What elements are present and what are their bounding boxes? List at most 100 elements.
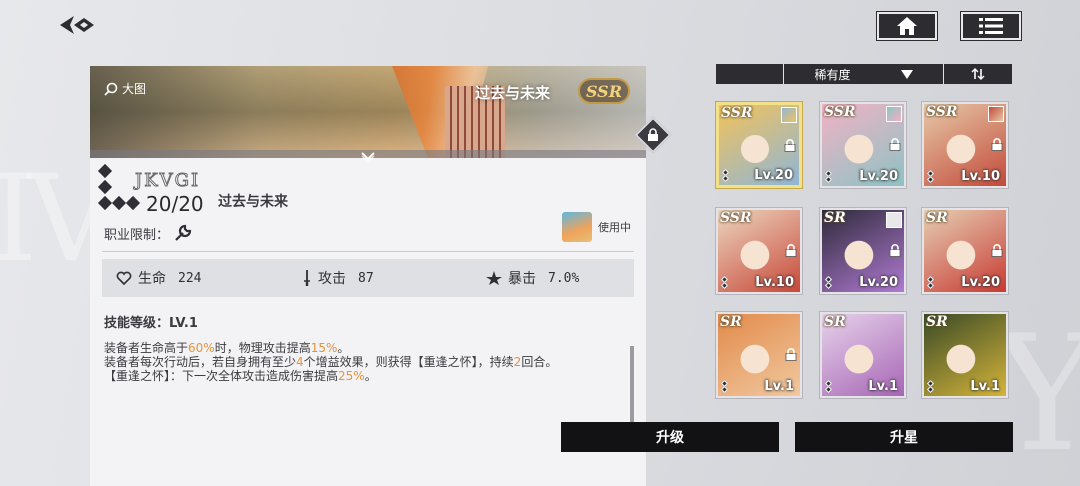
equipment-card[interactable]: SR Lv.1 <box>921 311 1009 399</box>
card-level: Lv.10 <box>961 169 1000 184</box>
card-level: Lv.20 <box>961 275 1000 290</box>
crit-icon <box>486 271 502 285</box>
banner-title: 过去与未来 <box>475 84 551 102</box>
desc-text: 。 <box>337 341 350 355</box>
equipment-card[interactable]: SR Lv.20 <box>921 207 1009 295</box>
desc-text: 个增益效果，则获得【重逢之怀】，持续 <box>303 355 514 369</box>
equipment-count: 20/20 <box>146 192 204 216</box>
equipment-card[interactable]: SR Lv.20 <box>819 207 907 295</box>
card-rarity-badge: SSR <box>824 104 856 120</box>
stat-attack-label: 攻击 <box>318 271 346 287</box>
sort-order-icon <box>971 68 985 80</box>
big-image-label: 大图 <box>122 82 147 96</box>
rank-diamond <box>720 281 729 290</box>
card-rank-diamonds <box>824 169 833 184</box>
card-level: Lv.10 <box>755 275 794 290</box>
card-rarity-badge: SR <box>824 314 846 330</box>
magnifier-icon <box>104 82 118 96</box>
card-rank-diamonds <box>824 379 833 394</box>
background-decoration: IV <box>0 150 114 289</box>
big-image-button[interactable]: 大图 <box>104 80 146 97</box>
card-level: Lv.20 <box>859 275 898 290</box>
equipped-by-avatar <box>886 212 902 228</box>
equipment-card[interactable]: SR Lv.1 <box>819 311 907 399</box>
lock-icon <box>889 244 901 257</box>
rank-diamond <box>824 281 833 290</box>
rank-diamond <box>97 163 113 179</box>
job-restriction: 职业限制： <box>104 223 193 243</box>
card-rarity-badge: SSR <box>721 105 753 121</box>
in-use-label: 使用中 <box>598 221 631 234</box>
rank-diamond <box>926 175 935 184</box>
card-level: Lv.1 <box>970 379 1000 394</box>
desc-text: 装备者生命高于 <box>104 341 189 355</box>
card-rarity-badge: SR <box>824 210 846 226</box>
equipped-by-avatar <box>988 106 1004 122</box>
rank-diamond <box>824 175 833 184</box>
stat-hp: 生命 224 <box>116 268 201 288</box>
rank-diamond <box>97 179 113 195</box>
rank-diamond <box>720 385 729 394</box>
card-rank-diamonds <box>721 168 730 183</box>
equipment-name: 过去与未来 <box>218 194 288 210</box>
scrollbar[interactable] <box>630 346 634 422</box>
back-button[interactable] <box>56 10 100 40</box>
desc-text: 回合。 <box>521 355 558 369</box>
class-wrench-icon <box>175 224 192 241</box>
sort-dropdown[interactable]: 稀有度 <box>784 64 944 84</box>
desc-highlight: 15% <box>310 341 338 355</box>
desc-text: 时，物理攻击提高 <box>214 341 311 355</box>
stat-attack: 攻击 87 <box>302 268 374 288</box>
desc-line-3: 【重逢之怀】：下一次全体攻击造成伤害提高25%。 <box>104 369 624 383</box>
stat-hp-value: 224 <box>178 270 202 286</box>
sort-bar: 稀有度 <box>716 64 1012 84</box>
card-rarity-badge: SR <box>926 314 948 330</box>
card-rank-diamonds <box>720 379 729 394</box>
expand-chevron-icon[interactable] <box>360 148 376 167</box>
equipment-card[interactable]: SSR Lv.10 <box>715 207 803 295</box>
equipment-card[interactable]: SR Lv.1 <box>715 311 803 399</box>
desc-highlight: 60% <box>188 341 215 355</box>
card-rank-diamonds <box>926 275 935 290</box>
rank-diamond <box>111 195 127 211</box>
card-rank-diamonds <box>926 379 935 394</box>
filter-button[interactable] <box>716 64 784 84</box>
equipment-card[interactable]: SSR Lv.20 <box>715 101 803 189</box>
rank-diamond <box>721 174 730 183</box>
lock-icon <box>991 244 1003 257</box>
sort-order-button[interactable] <box>944 64 1012 84</box>
rank-diamond <box>926 385 935 394</box>
equipped-character-avatar[interactable] <box>562 212 592 242</box>
lock-icon <box>784 139 796 152</box>
rank-diamond <box>926 281 935 290</box>
upgrade-button[interactable]: 升级 <box>561 422 779 452</box>
card-rank-diamonds <box>926 169 935 184</box>
stat-hp-label: 生命 <box>138 271 166 287</box>
sword-icon <box>304 270 310 286</box>
job-restriction-label: 职业限制： <box>104 227 170 243</box>
desc-text: 装备者每次行动后，若自身拥有至少 <box>104 355 297 369</box>
rank-diamond <box>97 195 113 211</box>
desc-text: 【重逢之怀】：下一次全体攻击造成伤害提高 <box>104 369 339 383</box>
card-rarity-badge: SSR <box>926 104 958 120</box>
equipment-card[interactable]: SSR Lv.20 <box>819 101 907 189</box>
menu-button[interactable] <box>960 11 1022 41</box>
equipment-card[interactable]: SSR Lv.10 <box>921 101 1009 189</box>
star-up-button[interactable]: 升星 <box>795 422 1013 452</box>
back-arrow-icon <box>60 16 94 34</box>
equipped-by-avatar <box>886 106 902 122</box>
stat-attack-value: 87 <box>358 270 374 286</box>
sort-label: 稀有度 <box>814 67 851 82</box>
stats-bar: 生命 224 攻击 87 暴击 7.0% <box>102 259 634 297</box>
home-button[interactable] <box>876 11 938 41</box>
desc-text: 。 <box>364 369 377 383</box>
stat-crit-value: 7.0% <box>548 270 580 286</box>
list-menu-icon <box>979 18 1003 34</box>
card-level: Lv.20 <box>754 168 793 183</box>
card-rarity-badge: SR <box>720 314 742 330</box>
skill-description: 装备者生命高于60%时，物理攻击提高15%。 装备者每次行动后，若自身拥有至少4… <box>104 341 624 383</box>
desc-highlight: 4 <box>296 355 304 369</box>
home-icon <box>897 17 917 35</box>
lock-icon <box>785 348 797 361</box>
desc-highlight: 25% <box>338 369 365 383</box>
